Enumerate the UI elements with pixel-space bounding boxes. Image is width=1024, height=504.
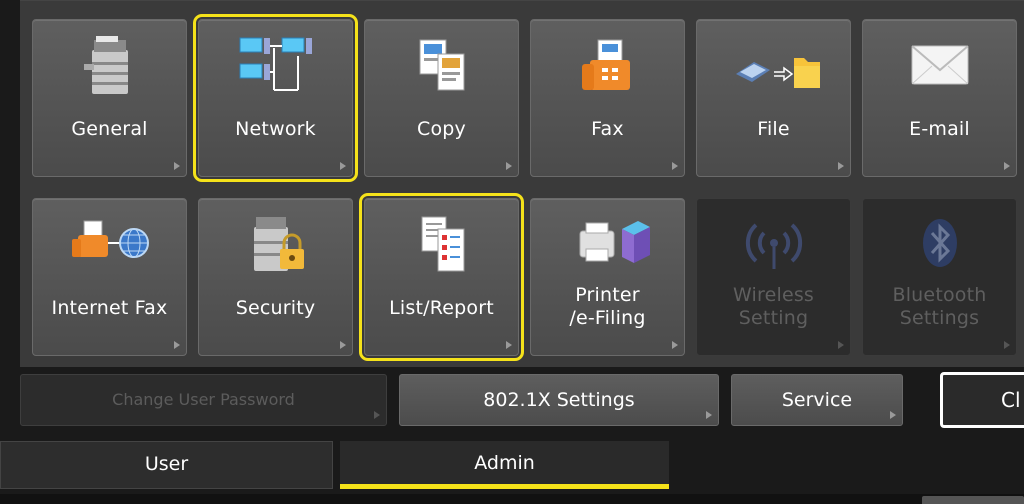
- close-button[interactable]: Cl: [940, 372, 1024, 428]
- chevron-right-icon: [1004, 341, 1010, 349]
- button-label: Service: [781, 389, 853, 411]
- network-icon: [239, 37, 312, 91]
- internet-fax-icon: [71, 220, 149, 258]
- tile-security[interactable]: Security: [198, 198, 353, 356]
- tile-label: List/Report: [389, 297, 494, 319]
- tile-label: Settings: [899, 307, 980, 329]
- tile-label: Printer: [575, 284, 640, 306]
- fax-machine-icon: [581, 39, 630, 90]
- copy-documents-icon: [419, 39, 464, 91]
- tile-label: E-mail: [909, 118, 970, 140]
- chevron-right-icon: [672, 341, 678, 349]
- settings-panel: General Network Copy Fax File E-mail Int…: [20, 0, 1024, 367]
- button-label: 802.1X Settings: [483, 389, 635, 411]
- status-bar: [0, 494, 1024, 504]
- chevron-right-icon: [506, 341, 512, 349]
- button-label: Change User Password: [112, 390, 295, 409]
- chevron-right-icon: [340, 341, 346, 349]
- chevron-right-icon: [174, 341, 180, 349]
- envelope-icon: [910, 45, 969, 85]
- tile-label: /e-Filing: [569, 307, 646, 329]
- tile-copy[interactable]: Copy: [364, 19, 519, 177]
- report-list-icon: [421, 216, 464, 272]
- dot1x-settings-button[interactable]: 802.1X Settings: [399, 374, 719, 426]
- scan-to-folder-icon: [735, 58, 820, 88]
- bluetooth-icon: [922, 219, 957, 267]
- tile-email[interactable]: E-mail: [862, 19, 1017, 177]
- service-button[interactable]: Service: [731, 374, 903, 426]
- tile-bluetooth-settings: Bluetooth Settings: [862, 198, 1017, 356]
- tab-label: User: [144, 453, 189, 475]
- chevron-right-icon: [672, 162, 678, 170]
- tile-label: Internet Fax: [51, 297, 168, 319]
- chevron-right-icon: [706, 411, 712, 419]
- tab-label: Admin: [474, 452, 535, 474]
- chevron-right-icon: [174, 162, 180, 170]
- tile-label: Network: [235, 118, 316, 140]
- tile-label: Setting: [738, 307, 809, 329]
- tile-list-report[interactable]: List/Report: [359, 193, 524, 361]
- copier-lock-icon: [253, 217, 304, 271]
- tile-label: File: [757, 118, 790, 140]
- tile-label: Wireless: [732, 284, 815, 306]
- tab-user[interactable]: User: [0, 441, 333, 489]
- button-label: Cl: [1001, 388, 1021, 412]
- tile-internet-fax[interactable]: Internet Fax: [32, 198, 187, 356]
- tile-printer-efiling[interactable]: Printer /e-Filing: [530, 198, 685, 356]
- wireless-icon: [745, 223, 802, 269]
- tab-admin[interactable]: Admin: [340, 441, 669, 489]
- tile-network[interactable]: Network: [193, 14, 358, 182]
- printer-box-icon: [579, 221, 650, 263]
- chevron-right-icon: [1004, 162, 1010, 170]
- change-user-password-button: Change User Password: [20, 374, 387, 426]
- tile-fax[interactable]: Fax: [530, 19, 685, 177]
- tile-label: Copy: [417, 118, 466, 140]
- chevron-right-icon: [506, 162, 512, 170]
- chevron-right-icon: [340, 162, 346, 170]
- tile-label: General: [71, 118, 148, 140]
- chevron-right-icon: [890, 411, 896, 419]
- tile-general[interactable]: General: [32, 19, 187, 177]
- tile-wireless-setting: Wireless Setting: [696, 198, 851, 356]
- status-bar-button[interactable]: [922, 496, 1024, 504]
- chevron-right-icon: [374, 411, 380, 419]
- chevron-right-icon: [838, 341, 844, 349]
- tile-label: Fax: [591, 118, 624, 140]
- tile-label: Bluetooth: [892, 284, 987, 306]
- tile-file[interactable]: File: [696, 19, 851, 177]
- chevron-right-icon: [838, 162, 844, 170]
- tile-label: Security: [235, 297, 316, 319]
- copier-icon: [83, 36, 128, 94]
